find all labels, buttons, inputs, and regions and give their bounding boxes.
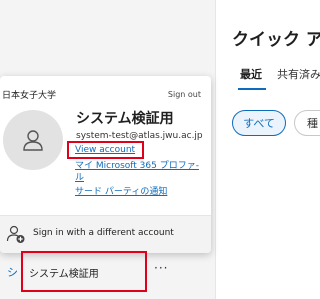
my-microsoft365-profile-link-continued[interactable]: ル	[75, 170, 84, 183]
filter-type-button[interactable]: 種	[294, 110, 320, 136]
more-options-icon[interactable]: ···	[154, 261, 168, 275]
highlight-account-name	[21, 251, 147, 292]
organization-name: 日本女子大学	[2, 91, 57, 101]
tab-recent[interactable]: 最近	[240, 66, 262, 82]
panel-divider	[215, 0, 216, 299]
sign-in-different-account-label: Sign in with a different account	[33, 228, 174, 238]
account-initial: シ	[7, 266, 18, 279]
third-party-notices-link[interactable]: サード パーティの通知	[75, 184, 167, 197]
highlight-view-account	[67, 141, 144, 159]
person-icon	[23, 130, 43, 151]
page-title: クイック ア	[232, 30, 320, 50]
sign-in-different-account-row[interactable]: Sign in with a different account	[0, 215, 211, 253]
account-display-name: システム検証用	[76, 111, 174, 127]
account-manager-card: 日本女子大学 Sign out システム検証用 system-test@atla…	[0, 76, 211, 253]
account-email: system-test@atlas.jwu.ac.jp	[76, 131, 203, 141]
active-tab-indicator	[238, 88, 266, 90]
add-person-icon	[6, 225, 25, 243]
filter-all-button[interactable]: すべて	[232, 110, 286, 136]
avatar	[3, 110, 63, 170]
my-microsoft365-profile-link[interactable]: マイ Microsoft 365 プロファ-	[75, 158, 199, 171]
tab-shared[interactable]: 共有済み	[277, 66, 320, 82]
sign-out-link[interactable]: Sign out	[168, 90, 201, 99]
